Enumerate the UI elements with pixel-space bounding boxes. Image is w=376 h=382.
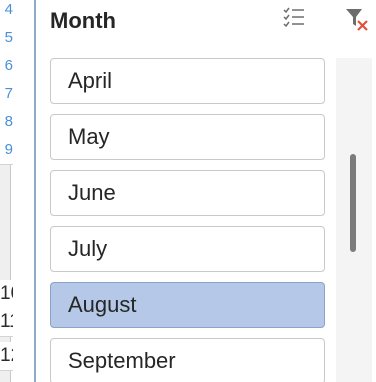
slicer-item-june[interactable]: June [50, 170, 325, 216]
slicer-item-list: April May June July August September [48, 58, 328, 382]
checklist-icon [283, 7, 304, 28]
scrollbar-thumb[interactable] [350, 154, 356, 252]
slicer-item-may[interactable]: May [50, 114, 325, 160]
clear-filter-icon[interactable] [344, 6, 370, 32]
slicer-scrollbar[interactable] [336, 58, 372, 382]
row-number[interactable]: 10 [0, 280, 13, 309]
row-number[interactable]: 11 [0, 308, 13, 337]
slicer-item-august[interactable]: August [50, 282, 325, 328]
row-number[interactable]: 5 [0, 24, 13, 53]
multi-select-icon[interactable] [282, 6, 306, 30]
row-number-gutter: 4 5 6 7 8 9 10 11 12 [0, 0, 22, 382]
slicer-item-september[interactable]: September [50, 338, 325, 382]
row-number[interactable]: 4 [0, 0, 13, 25]
slicer-header: Month [48, 0, 376, 44]
slicer-title: Month [50, 8, 116, 33]
month-slicer[interactable]: Month April May June July August Septemb… [34, 0, 376, 382]
funnel-x-icon [346, 9, 368, 31]
row-number[interactable]: 8 [0, 108, 13, 137]
row-number[interactable]: 12 [0, 342, 13, 371]
row-number[interactable]: 6 [0, 52, 13, 81]
slicer-item-july[interactable]: July [50, 226, 325, 272]
row-number[interactable]: 9 [0, 136, 13, 165]
row-number[interactable]: 7 [0, 80, 13, 109]
slicer-item-april[interactable]: April [50, 58, 325, 104]
